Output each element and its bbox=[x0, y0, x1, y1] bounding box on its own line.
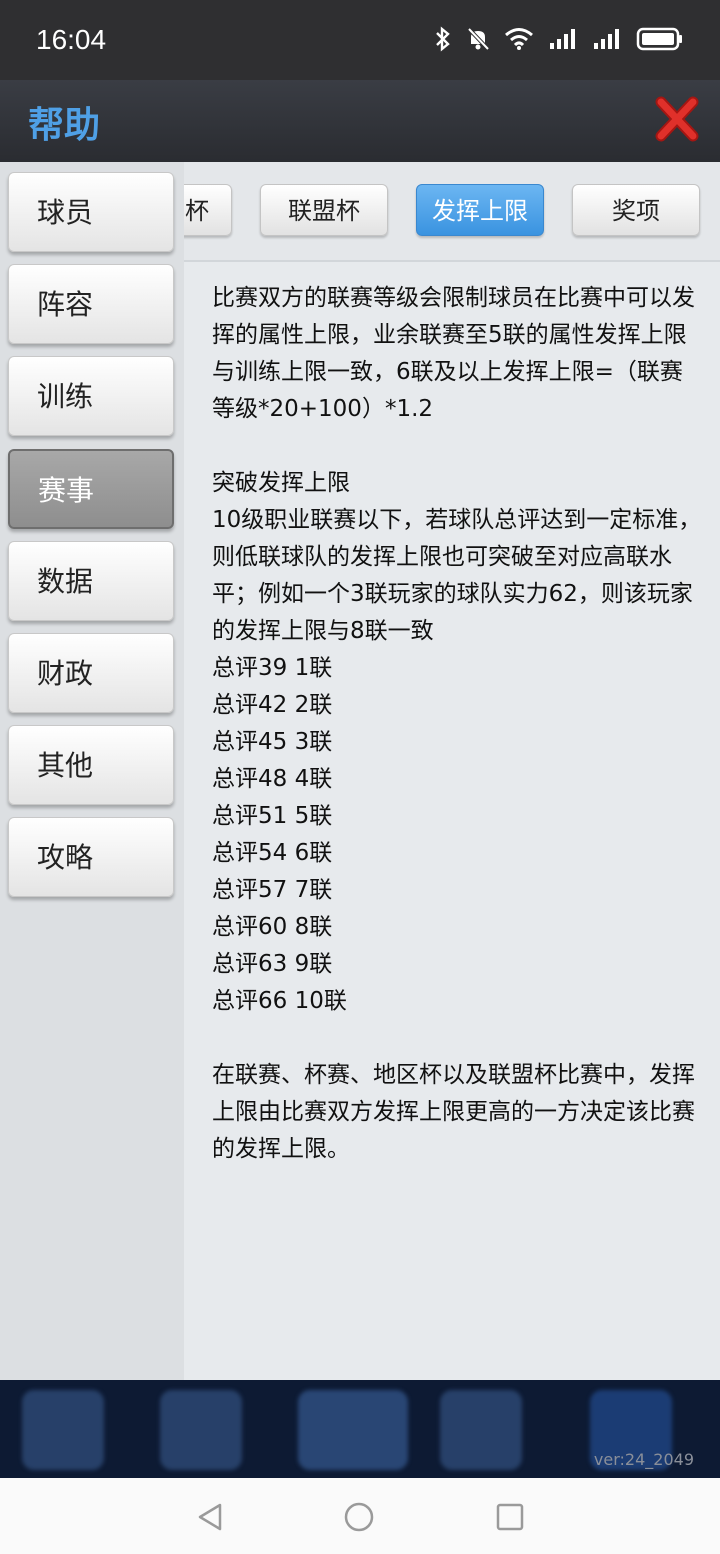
status-icons bbox=[434, 26, 684, 52]
close-button[interactable] bbox=[654, 94, 700, 144]
rating-line: 总评42 2联 bbox=[212, 692, 333, 718]
sidebar-item-finance[interactable]: 财政 bbox=[8, 633, 174, 713]
rating-line: 总评48 4联 bbox=[212, 766, 333, 792]
rating-line: 总评45 3联 bbox=[212, 729, 333, 755]
status-time: 16:04 bbox=[36, 24, 107, 55]
back-icon[interactable] bbox=[196, 1502, 224, 1532]
rating-line: 总评57 7联 bbox=[212, 877, 333, 903]
tab-cup[interactable]: 杯 bbox=[184, 184, 232, 236]
tab-alliance-cup[interactable]: 联盟杯 bbox=[260, 184, 388, 236]
rating-line: 总评51 5联 bbox=[212, 803, 333, 829]
finance-nav-icon[interactable] bbox=[160, 1390, 242, 1470]
wifi-icon bbox=[505, 28, 533, 50]
section-paragraph: 10级职业联赛以下，若球队总评达到一定标准，则低联球队的发挥上限也可突破至对应高… bbox=[212, 507, 702, 644]
system-nav-bar bbox=[0, 1478, 720, 1554]
chat-nav-icon[interactable] bbox=[440, 1390, 522, 1470]
mute-bell-icon bbox=[467, 27, 490, 51]
version-label: ver:24_2049 bbox=[593, 1450, 694, 1469]
rating-line: 总评60 8联 bbox=[212, 914, 333, 940]
rating-line: 总评63 9联 bbox=[212, 951, 333, 977]
sidebar-item-guide[interactable]: 攻略 bbox=[8, 817, 174, 897]
intro-paragraph: 比赛双方的联赛等级会限制球员在比赛中可以发挥的属性上限，业余联赛至5联的属性发挥… bbox=[212, 285, 695, 422]
sidebar: 球员 阵容 训练 赛事 数据 财政 其他 攻略 bbox=[0, 162, 184, 1380]
tab-performance-cap[interactable]: 发挥上限 bbox=[416, 184, 544, 236]
match-nav-icon[interactable] bbox=[298, 1390, 408, 1470]
rating-line: 总评66 10联 bbox=[212, 988, 347, 1014]
home-nav-icon[interactable] bbox=[22, 1390, 104, 1470]
sidebar-item-data[interactable]: 数据 bbox=[8, 541, 174, 621]
recents-icon[interactable] bbox=[496, 1503, 524, 1531]
sidebar-item-lineup[interactable]: 阵容 bbox=[8, 264, 174, 344]
sidebar-item-players[interactable]: 球员 bbox=[8, 172, 174, 252]
tab-awards[interactable]: 奖项 bbox=[572, 184, 700, 236]
close-icon bbox=[655, 96, 699, 142]
bluetooth-icon bbox=[436, 26, 450, 52]
signal-icon-2 bbox=[594, 29, 619, 49]
sidebar-item-matches[interactable]: 赛事 bbox=[8, 449, 174, 529]
battery-icon bbox=[636, 27, 682, 51]
outro-paragraph: 在联赛、杯赛、地区杯以及联盟杯比赛中，发挥上限由比赛双方发挥上限更高的一方决定该… bbox=[212, 1062, 695, 1162]
sidebar-item-other[interactable]: 其他 bbox=[8, 725, 174, 805]
rating-line: 总评39 1联 bbox=[212, 655, 333, 681]
content-panel: 杯 联盟杯 发挥上限 奖项 比赛双方的联赛等级会限制球员在比赛中可以发挥的属性上… bbox=[184, 162, 720, 1380]
signal-icon bbox=[550, 29, 575, 49]
game-bottom-nav: ver:24_2049 bbox=[0, 1380, 720, 1478]
sidebar-item-training[interactable]: 训练 bbox=[8, 356, 174, 436]
section-title: 突破发挥上限 bbox=[212, 470, 350, 496]
help-text: 比赛双方的联赛等级会限制球员在比赛中可以发挥的属性上限，业余联赛至5联的属性发挥… bbox=[212, 280, 702, 1168]
tab-bar[interactable]: 杯 联盟杯 发挥上限 奖项 bbox=[184, 162, 720, 262]
page-title: 帮助 bbox=[28, 105, 101, 146]
rating-line: 总评54 6联 bbox=[212, 840, 333, 866]
status-bar: 16:04 bbox=[0, 0, 720, 80]
help-header: 帮助 bbox=[0, 80, 720, 162]
home-icon[interactable] bbox=[344, 1502, 374, 1532]
